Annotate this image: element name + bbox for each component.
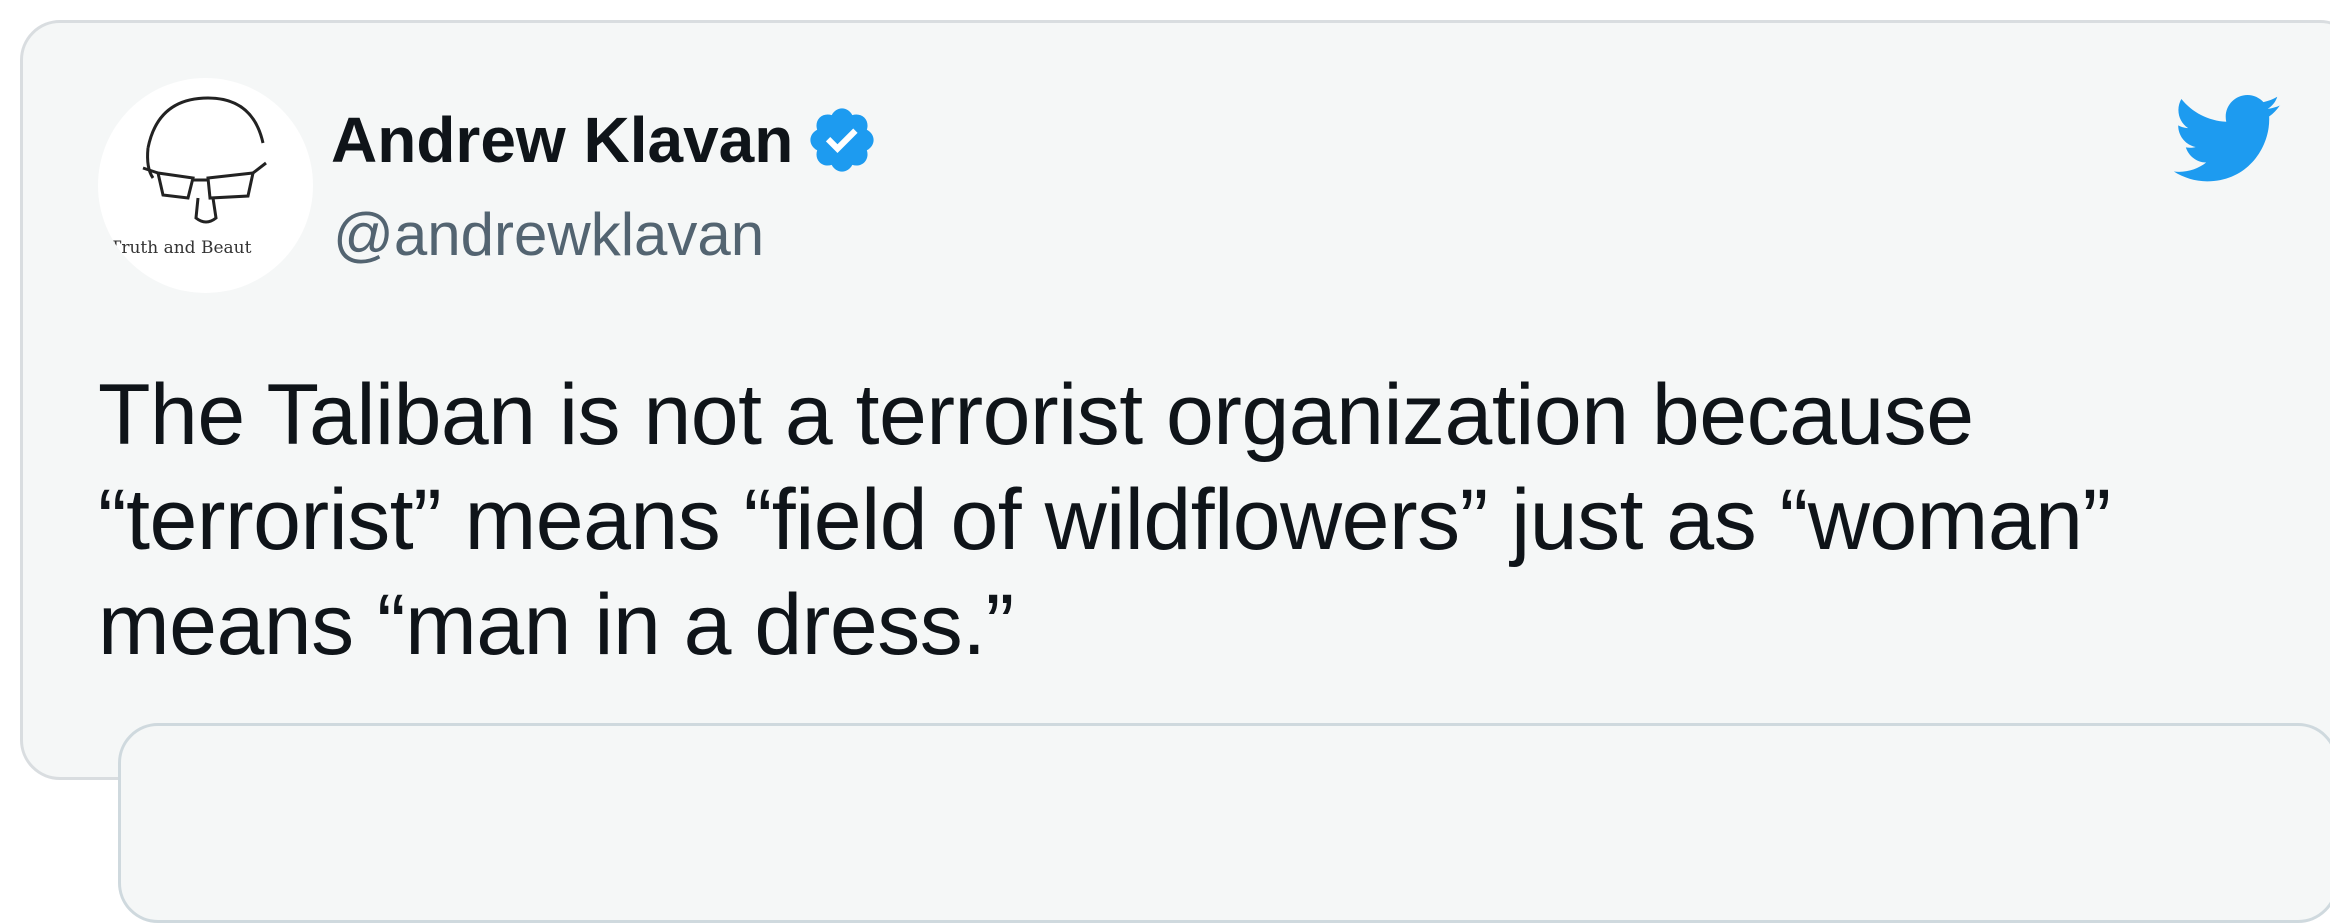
- handle[interactable]: @andrewklavan: [333, 205, 764, 265]
- tweet-card[interactable]: Truth and Beaut Andrew Klavan @andrewkla…: [20, 20, 2330, 923]
- verified-badge-icon: [810, 108, 874, 172]
- display-name[interactable]: Andrew Klavan: [331, 108, 793, 172]
- avatar-caption: Truth and Beaut: [110, 238, 252, 258]
- avatar[interactable]: Truth and Beaut: [98, 78, 313, 293]
- tweet-text-line: means “man in a dress.”: [98, 577, 1014, 673]
- twitter-bird-icon[interactable]: [2173, 95, 2283, 185]
- avatar-sketch-icon: [142, 96, 267, 224]
- quoted-tweet-card[interactable]: [118, 723, 2330, 923]
- tweet-text-line: The Taliban is not a terrorist organizat…: [98, 367, 1974, 463]
- tweet-text-line: “terrorist” means “field of wildflowers”…: [98, 472, 2111, 568]
- tweet-text: The Taliban is not a terrorist organizat…: [98, 363, 2318, 678]
- author-name-row[interactable]: Andrew Klavan: [331, 103, 879, 177]
